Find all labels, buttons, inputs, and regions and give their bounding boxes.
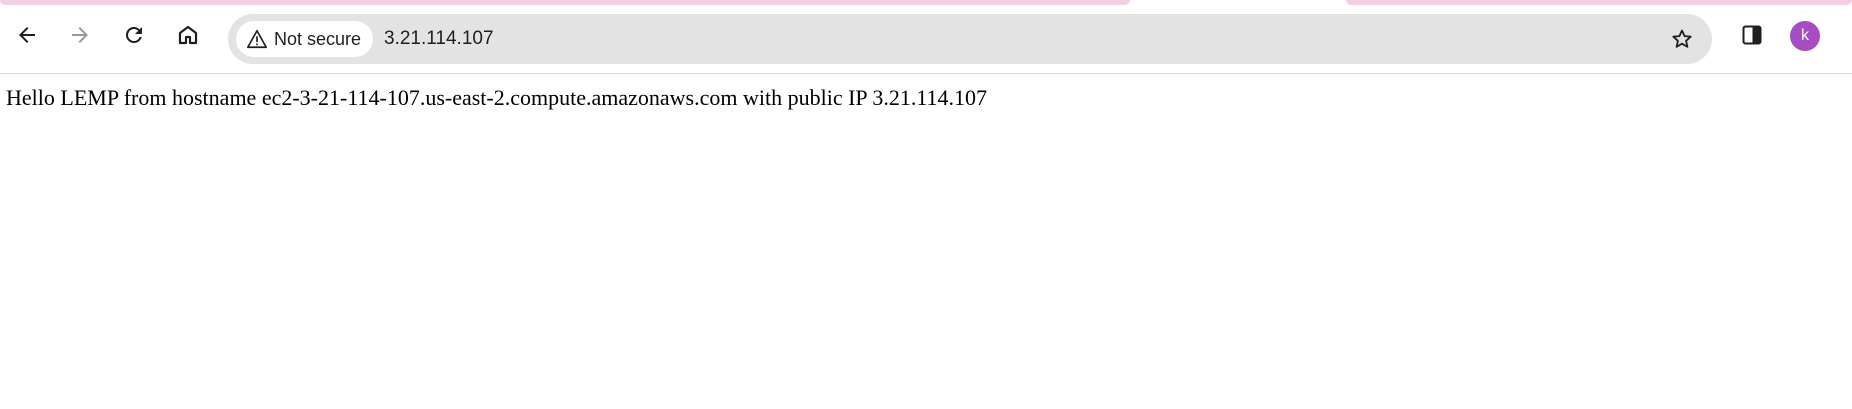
browser-toolbar: Not secure 3.21.114.107 k bbox=[0, 5, 1852, 74]
security-indicator[interactable]: Not secure bbox=[236, 21, 374, 57]
security-label: Not secure bbox=[274, 28, 362, 49]
side-panel-button[interactable] bbox=[1734, 17, 1770, 53]
home-button[interactable] bbox=[170, 17, 206, 53]
warning-icon bbox=[247, 29, 267, 49]
page-body-text: Hello LEMP from hostname ec2-3-21-114-10… bbox=[6, 85, 988, 110]
back-arrow-icon bbox=[19, 27, 35, 43]
forward-arrow-icon bbox=[72, 27, 88, 43]
url-field[interactable]: 3.21.114.107 bbox=[384, 14, 494, 64]
forward-button[interactable] bbox=[62, 17, 98, 53]
reload-icon bbox=[125, 26, 142, 43]
home-icon bbox=[178, 25, 198, 45]
bookmark-button[interactable] bbox=[1664, 21, 1700, 57]
back-button[interactable] bbox=[9, 17, 45, 53]
side-panel-icon bbox=[1742, 25, 1762, 45]
profile-avatar[interactable]: k bbox=[1790, 21, 1820, 51]
star-icon bbox=[1672, 29, 1692, 48]
address-bar[interactable]: Not secure 3.21.114.107 bbox=[228, 14, 1712, 64]
reload-button[interactable] bbox=[116, 17, 152, 53]
